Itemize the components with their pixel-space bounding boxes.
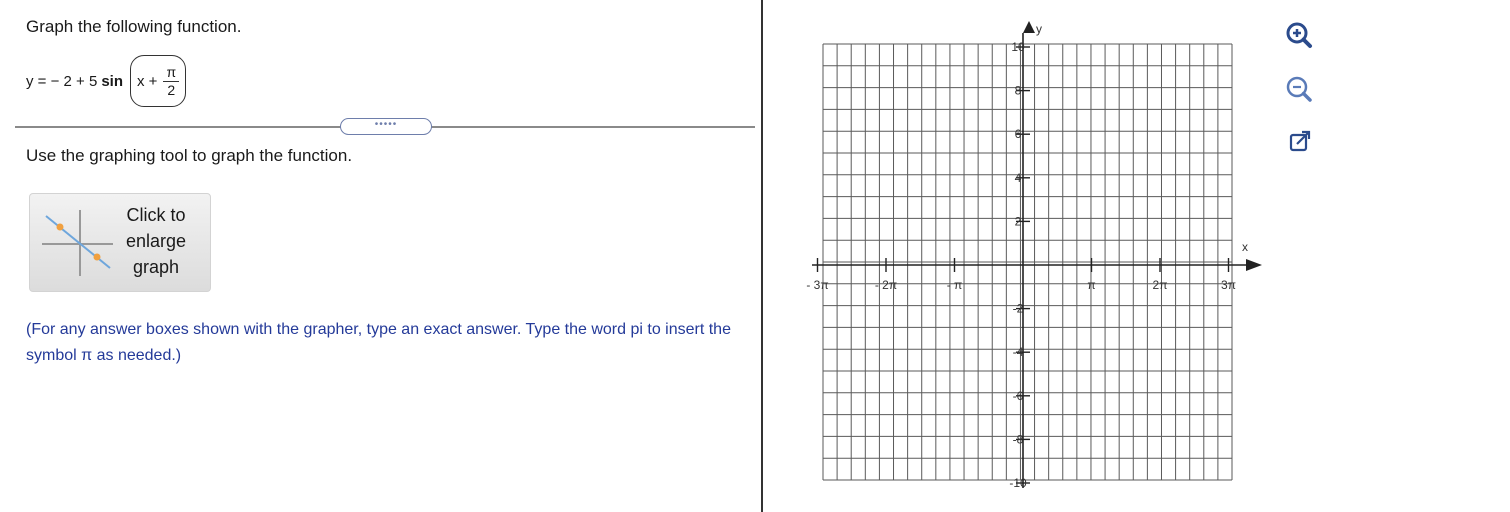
x-axis-arrow	[1246, 259, 1262, 271]
x-tick-label: π	[1087, 278, 1095, 292]
y-tick-label: -6	[1013, 389, 1024, 403]
equation-fraction: π 2	[163, 64, 180, 99]
function-equation: y = − 2 + 5 sin x + π 2	[26, 54, 187, 108]
x-tick-labels: - 3π - 2π - π π 2π 3π	[806, 258, 1236, 292]
zoom-in-button[interactable]	[1282, 18, 1318, 54]
y-axis-arrow	[1023, 21, 1035, 33]
zoom-out-icon	[1286, 76, 1312, 102]
y-tick-label: -4	[1013, 345, 1024, 359]
y-axis-label: y	[1036, 22, 1042, 36]
enlarge-button-label: Click to enlarge graph	[114, 202, 198, 280]
divider-handle[interactable]: •••••	[340, 118, 432, 135]
question-title: Graph the following function.	[26, 17, 242, 36]
y-tick-label: -10	[1009, 476, 1027, 490]
enlarge-label-line1: Click to	[126, 205, 186, 225]
popout-button[interactable]	[1282, 124, 1318, 160]
y-tick-label: 10	[1011, 40, 1025, 54]
equation-parenthesis: x + π 2	[130, 55, 187, 107]
zoom-in-icon	[1286, 22, 1312, 48]
fraction-denominator: 2	[167, 81, 176, 98]
question-panel: Graph the following function. y = − 2 + …	[0, 0, 760, 512]
x-tick-label: - π	[947, 278, 963, 292]
x-tick-label: - 2π	[875, 278, 897, 292]
y-tick-label: 6	[1015, 127, 1022, 141]
x-tick-label: 2π	[1153, 278, 1168, 292]
y-tick-label: 4	[1015, 171, 1022, 185]
x-tick-label: - 3π	[806, 278, 828, 292]
answer-note: (For any answer boxes shown with the gra…	[26, 321, 731, 364]
pane-separator	[761, 0, 763, 512]
graph-thumbnail-icon	[42, 210, 113, 276]
graph-canvas[interactable]: x y - 3π - 2π - π π 2π 3π 10 8 6 4 2 -2 -4 -6 -8 -10	[800, 15, 1270, 495]
y-tick-label: -2	[1013, 302, 1024, 316]
x-axis-label: x	[1242, 240, 1248, 254]
popout-icon	[1289, 130, 1311, 152]
x-tick-label: 3π	[1221, 278, 1236, 292]
y-tick-label: 8	[1015, 84, 1022, 98]
equation-prefix: y = − 2 + 5	[26, 72, 98, 90]
equation-sin: sin	[101, 72, 123, 90]
enlarge-label-line3: graph	[132, 257, 180, 277]
enlarge-graph-button[interactable]: Click to enlarge graph	[29, 193, 211, 292]
instruction-text: Use the graphing tool to graph the funct…	[26, 146, 353, 165]
zoom-out-button[interactable]	[1282, 72, 1318, 108]
y-tick-label: -8	[1013, 432, 1024, 446]
y-tick-label: 2	[1015, 214, 1022, 228]
fraction-numerator: π	[163, 64, 180, 82]
enlarge-label-line2: enlarge	[125, 231, 187, 251]
equation-arg: x +	[137, 72, 158, 90]
graph-grid	[822, 43, 1233, 481]
